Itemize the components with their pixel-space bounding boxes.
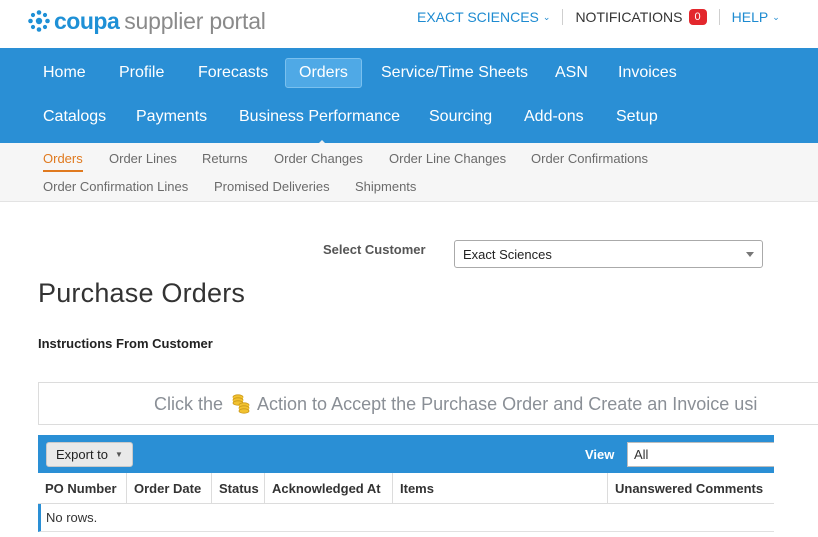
- nav-orders[interactable]: Orders: [285, 58, 362, 88]
- column-po-number[interactable]: PO Number: [38, 473, 126, 504]
- coupa-flower-icon: [28, 10, 50, 32]
- nav-sourcing[interactable]: Sourcing: [416, 102, 505, 132]
- sub-nav: Orders Order Lines Returns Order Changes…: [0, 143, 818, 202]
- nav-home[interactable]: Home: [30, 58, 99, 88]
- table-empty-row: No rows.: [38, 504, 774, 532]
- banner-text-before: Click the: [154, 393, 224, 414]
- export-to-button[interactable]: Export to ▼: [46, 442, 133, 467]
- help-label: HELP: [731, 9, 769, 25]
- nav-business-performance[interactable]: Business Performance: [226, 102, 413, 132]
- coins-icon: [232, 394, 250, 414]
- subnav-order-changes[interactable]: Order Changes: [274, 151, 363, 166]
- view-label: View: [585, 447, 615, 462]
- instructions-heading: Instructions From Customer: [38, 336, 213, 351]
- divider: [718, 9, 720, 25]
- nav-setup[interactable]: Setup: [603, 102, 671, 132]
- main-nav-row-2: Catalogs Payments Business Performance S…: [0, 94, 818, 138]
- nav-profile[interactable]: Profile: [106, 58, 177, 88]
- nav-invoices[interactable]: Invoices: [605, 58, 690, 88]
- export-to-label: Export to: [56, 447, 109, 462]
- customer-menu-label: EXACT SCIENCES: [417, 9, 539, 25]
- column-items[interactable]: Items: [392, 473, 607, 504]
- help-menu[interactable]: HELP ⌄: [732, 9, 780, 25]
- subnav-order-confirmations[interactable]: Order Confirmations: [531, 151, 648, 166]
- top-links: EXACT SCIENCES ⌄ NOTIFICATIONS 0 HELP ⌄: [417, 9, 780, 25]
- invoice-instruction-banner: Click the Action to Accept the Purchase …: [38, 382, 818, 425]
- chevron-down-icon: ▼: [115, 450, 123, 459]
- subnav-shipments[interactable]: Shipments: [355, 179, 416, 194]
- nav-forecasts[interactable]: Forecasts: [185, 58, 281, 88]
- chevron-down-icon: ⌄: [542, 12, 551, 22]
- nav-payments[interactable]: Payments: [123, 102, 220, 132]
- nav-service-time-sheets[interactable]: Service/Time Sheets: [368, 58, 541, 88]
- subnav-returns[interactable]: Returns: [202, 151, 248, 166]
- subnav-order-lines[interactable]: Order Lines: [109, 151, 177, 166]
- subnav-orders[interactable]: Orders: [43, 151, 83, 172]
- logo-brand-text: coupa: [54, 7, 120, 34]
- main-nav: Home Profile Forecasts Orders Service/Ti…: [0, 48, 818, 147]
- column-status[interactable]: Status: [211, 473, 264, 504]
- table-header: PO Number Order Date Status Acknowledged…: [38, 473, 774, 504]
- select-customer-label: Select Customer: [323, 242, 426, 257]
- top-bar: coupa supplier portal EXACT SCIENCES ⌄ N…: [0, 0, 818, 48]
- select-customer-dropdown[interactable]: Exact Sciences: [454, 240, 763, 268]
- chevron-down-icon: ⌄: [772, 12, 780, 22]
- nav-add-ons[interactable]: Add-ons: [511, 102, 597, 132]
- notifications-count-badge: 0: [688, 9, 707, 25]
- select-customer-value: Exact Sciences: [463, 247, 552, 262]
- subnav-promised-deliveries[interactable]: Promised Deliveries: [214, 179, 330, 194]
- divider: [562, 9, 564, 25]
- table-toolbar: Export to ▼ View: [38, 435, 774, 473]
- logo-product-text: supplier portal: [124, 7, 266, 34]
- nav-catalogs[interactable]: Catalogs: [30, 102, 119, 132]
- subnav-order-line-changes[interactable]: Order Line Changes: [389, 151, 506, 166]
- main-nav-row-1: Home Profile Forecasts Orders Service/Ti…: [0, 50, 818, 94]
- view-filter-input[interactable]: [627, 442, 774, 467]
- column-order-date[interactable]: Order Date: [126, 473, 211, 504]
- column-unanswered-comments[interactable]: Unanswered Comments: [607, 473, 774, 504]
- coupa-logo[interactable]: coupa supplier portal: [26, 7, 266, 35]
- page-title: Purchase Orders: [38, 278, 246, 308]
- nav-asn[interactable]: ASN: [542, 58, 601, 88]
- subnav-order-confirmation-lines[interactable]: Order Confirmation Lines: [43, 179, 188, 194]
- notifications-label: NOTIFICATIONS: [575, 9, 683, 25]
- customer-menu[interactable]: EXACT SCIENCES ⌄: [417, 9, 550, 25]
- column-acknowledged-at[interactable]: Acknowledged At: [264, 473, 392, 504]
- banner-text-after: Action to Accept the Purchase Order and …: [257, 393, 758, 414]
- banner-text: Click the Action to Accept the Purchase …: [154, 393, 757, 415]
- dropdown-arrow-icon: [746, 252, 754, 257]
- notifications-link[interactable]: NOTIFICATIONS 0: [575, 9, 707, 25]
